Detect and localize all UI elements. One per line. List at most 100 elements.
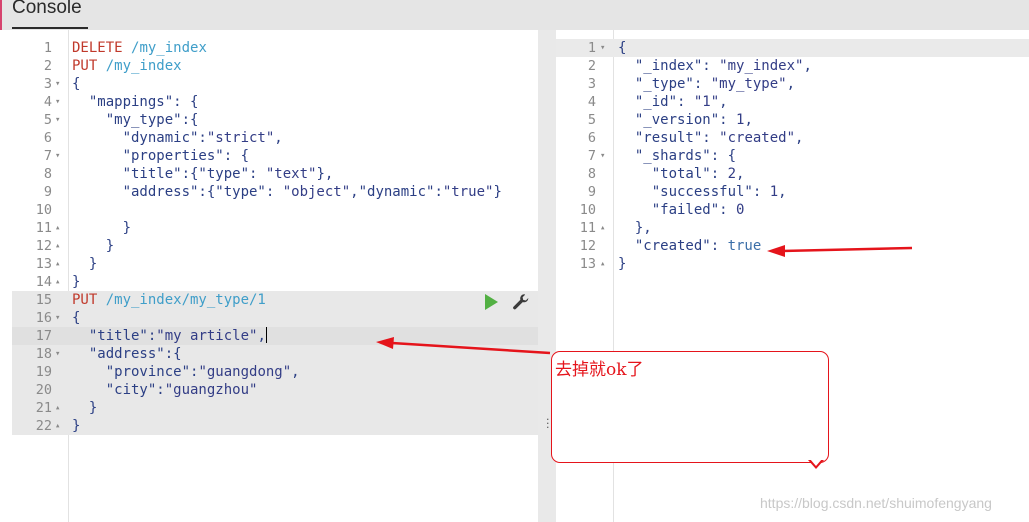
- fold-close-icon[interactable]: ▴: [55, 237, 60, 255]
- line-number: 14: [35, 274, 52, 290]
- editor-line[interactable]: 1 DELETE /my_index: [12, 39, 538, 57]
- editor-line[interactable]: 19 "province":"guangdong",: [12, 363, 538, 381]
- code-token: "_version":: [618, 112, 737, 128]
- code-token: "city":: [72, 382, 165, 398]
- fold-open-icon[interactable]: ▾: [55, 111, 60, 129]
- editor-line[interactable]: 21 ▴ }: [12, 399, 538, 417]
- code-token: "_shards": {: [618, 148, 737, 164]
- code-text: {: [72, 309, 80, 327]
- line-number: 9: [43, 184, 52, 200]
- line-number: 13: [35, 256, 52, 272]
- editor-line[interactable]: 3 ▾ {: [12, 75, 538, 93]
- code-text: "_shards": {: [618, 147, 736, 165]
- editor-line[interactable]: 7 ▾ "properties": {: [12, 147, 538, 165]
- editor-line[interactable]: 15 PUT /my_index/my_type/1: [12, 291, 538, 309]
- code-token: "text": [265, 166, 317, 182]
- resize-handle-icon[interactable]: · · ·: [546, 414, 550, 433]
- code-text: PUT /my_index: [72, 57, 182, 75]
- editor-line[interactable]: 16 ▾ {: [12, 309, 538, 327]
- editor-line[interactable]: 12 ▴ }: [12, 237, 538, 255]
- response-line: 4 "_id": "1",: [556, 93, 1029, 111]
- code-token: ,: [744, 112, 753, 128]
- code-token: 2: [727, 166, 737, 182]
- fold-open-icon[interactable]: ▾: [600, 39, 605, 57]
- callout-tail-fill: [810, 459, 822, 466]
- wrench-icon[interactable]: [511, 292, 531, 312]
- code-token: "successful":: [618, 184, 770, 200]
- code-text: "title":{"type": "text"},: [72, 165, 334, 183]
- code-text: }: [72, 255, 97, 273]
- code-token: {: [72, 310, 81, 326]
- fold-open-icon[interactable]: ▾: [55, 93, 60, 111]
- response-line: 7 ▾ "_shards": {: [556, 147, 1029, 165]
- editor-line[interactable]: 6 "dynamic":"strict",: [12, 129, 538, 147]
- fold-open-icon[interactable]: ▾: [55, 345, 60, 363]
- editor-line[interactable]: 2 PUT /my_index: [12, 57, 538, 75]
- fold-open-icon[interactable]: ▾: [55, 147, 60, 165]
- fold-close-icon[interactable]: ▴: [55, 219, 60, 237]
- editor-line[interactable]: 9 "address":{"type": "object","dynamic":…: [12, 183, 538, 201]
- code-token: "created":: [618, 238, 728, 254]
- fold-open-icon[interactable]: ▾: [600, 147, 605, 165]
- code-token: "created": [719, 130, 796, 146]
- editor-line[interactable]: 10: [12, 201, 538, 219]
- run-request-icon[interactable]: [485, 294, 498, 310]
- code-token: },: [618, 220, 652, 236]
- code-text: }: [72, 273, 80, 291]
- code-text: "province":"guangdong",: [72, 363, 300, 381]
- fold-close-icon[interactable]: ▴: [600, 219, 605, 237]
- code-token: "province":: [72, 364, 199, 380]
- line-number: 6: [587, 130, 596, 146]
- editor-line[interactable]: 5 ▾ "my_type":{: [12, 111, 538, 129]
- code-token: DELETE: [72, 40, 132, 56]
- code-token: {: [72, 76, 81, 92]
- editor-line[interactable]: 18 ▾ "address":{: [12, 345, 538, 363]
- fold-close-icon[interactable]: ▴: [55, 273, 60, 291]
- code-token: "title":{"type":: [72, 166, 266, 182]
- code-text: }: [72, 219, 131, 237]
- code-text: "successful": 1,: [618, 183, 787, 201]
- code-token: "my article": [156, 328, 258, 344]
- editor-line[interactable]: 22 ▴}: [12, 417, 538, 435]
- line-number: 21: [35, 400, 52, 416]
- code-token: "properties": {: [72, 148, 250, 164]
- watermark: https://blog.csdn.net/shuimofengyang: [760, 495, 992, 511]
- code-text: {: [72, 75, 80, 93]
- editor-line[interactable]: 13 ▴ }: [12, 255, 538, 273]
- fold-close-icon[interactable]: ▴: [55, 399, 60, 417]
- code-token: 1: [769, 184, 779, 200]
- fold-open-icon[interactable]: ▾: [55, 75, 60, 93]
- fold-close-icon[interactable]: ▴: [55, 417, 60, 435]
- code-token: "guangdong": [198, 364, 292, 380]
- code-token: ,: [786, 76, 796, 92]
- code-token: ,: [291, 364, 300, 380]
- code-token: "title":: [72, 328, 157, 344]
- code-text: "my_type":{: [72, 111, 199, 129]
- request-editor[interactable]: 1 DELETE /my_index 2 PUT /my_index 3 ▾{4 ▾ "ma…: [12, 30, 538, 522]
- response-line: 13 ▴}: [556, 255, 1029, 273]
- fold-close-icon[interactable]: ▴: [55, 255, 60, 273]
- editor-line[interactable]: 14 ▴}: [12, 273, 538, 291]
- line-number: 1: [587, 40, 596, 56]
- line-number: 8: [43, 166, 52, 182]
- editor-line[interactable]: 4 ▾ "mappings": {: [12, 93, 538, 111]
- editor-line[interactable]: 11 ▴ }: [12, 219, 538, 237]
- code-token: {: [618, 40, 627, 56]
- response-line: 1 ▾ {: [556, 39, 1029, 57]
- console-tab[interactable]: Console: [12, 0, 82, 19]
- code-token: ,: [736, 166, 745, 182]
- editor-line[interactable]: 8 "title":{"type": "text"},: [12, 165, 538, 183]
- editor-line[interactable]: 20 "city":"guangzhou": [12, 381, 538, 399]
- code-token: "address":{"type":: [72, 184, 283, 200]
- line-number: 19: [35, 364, 52, 380]
- line-number: 10: [579, 202, 596, 218]
- line-number: 15: [35, 292, 52, 308]
- fold-close-icon[interactable]: ▴: [600, 255, 605, 273]
- code-text: "dynamic":"strict",: [72, 129, 283, 147]
- code-token: }: [72, 220, 132, 236]
- fold-open-icon[interactable]: ▾: [55, 309, 60, 327]
- code-token: PUT: [72, 292, 106, 308]
- line-number: 7: [587, 148, 596, 164]
- editor-line[interactable]: 17 "title":"my article",: [12, 327, 538, 345]
- response-line: 3 "_type": "my_type",: [556, 75, 1029, 93]
